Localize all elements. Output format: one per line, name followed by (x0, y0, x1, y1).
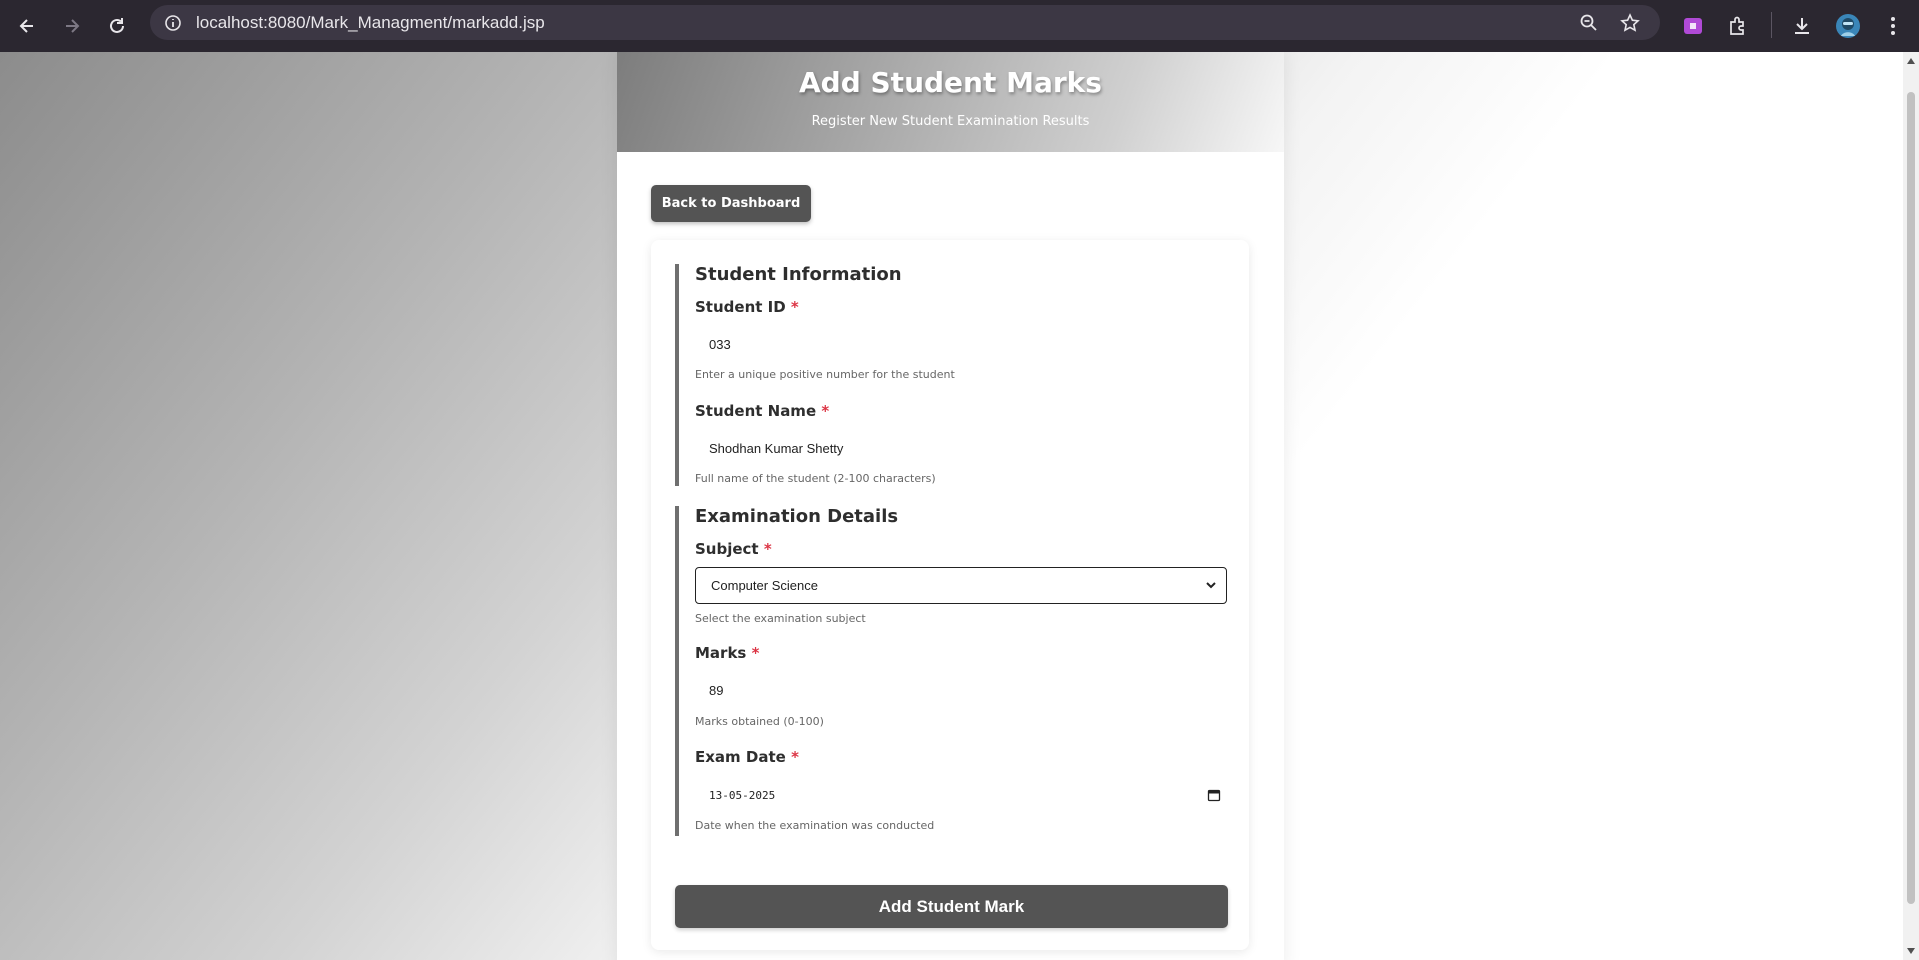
form-card: Student Information Student ID * 033 Ent… (651, 240, 1249, 950)
student-id-input[interactable]: 033 (709, 337, 731, 352)
page-viewport: Add Student Marks Register New Student E… (0, 52, 1903, 960)
scroll-down-arrow-icon[interactable] (1907, 948, 1915, 954)
student-name-label: Student Name * (695, 402, 829, 420)
student-name-label-text: Student Name (695, 402, 817, 420)
page-header: Add Student Marks Register New Student E… (617, 52, 1284, 152)
back-icon[interactable] (11, 10, 43, 42)
student-id-help: Enter a unique positive number for the s… (695, 368, 955, 381)
exam-date-label: Exam Date * (695, 748, 799, 766)
exam-date-input[interactable]: 13-05-2025 (709, 789, 775, 802)
scrollbar-thumb[interactable] (1907, 92, 1915, 904)
required-asterisk: * (751, 644, 760, 662)
zoom-icon[interactable] (1576, 10, 1602, 36)
page-title: Add Student Marks (799, 66, 1102, 99)
student-information-section: Student Information Student ID * 033 Ent… (675, 264, 1225, 486)
reload-icon[interactable] (101, 10, 133, 42)
browser-toolbar: localhost:8080/Mark_Managment/markadd.js… (0, 0, 1919, 52)
bookmark-star-icon[interactable] (1617, 10, 1643, 36)
marks-help: Marks obtained (0-100) (695, 715, 824, 728)
marks-label: Marks * (695, 644, 759, 662)
examination-details-section: Examination Details Subject * Computer S… (675, 506, 1227, 836)
student-name-input[interactable]: Shodhan Kumar Shetty (709, 441, 843, 456)
subject-select[interactable]: Computer Science (695, 567, 1227, 604)
student-id-label-text: Student ID (695, 298, 786, 316)
toolbar-divider (1771, 12, 1772, 38)
subject-help: Select the examination subject (695, 612, 866, 625)
page-subtitle: Register New Student Examination Results (811, 114, 1090, 129)
chevron-down-icon (1206, 582, 1216, 589)
scroll-up-arrow-icon[interactable] (1907, 58, 1915, 64)
site-info-icon[interactable] (160, 10, 186, 36)
form-container: Add Student Marks Register New Student E… (617, 52, 1284, 960)
exam-date-help: Date when the examination was conducted (695, 819, 935, 832)
extensions-puzzle-icon[interactable] (1722, 10, 1754, 42)
url-text[interactable]: localhost:8080/Mark_Managment/markadd.js… (196, 13, 545, 33)
section-title: Examination Details (695, 506, 899, 527)
required-asterisk: * (790, 298, 799, 316)
page-scrollbar[interactable] (1903, 52, 1919, 960)
required-asterisk: * (821, 402, 830, 420)
add-student-mark-button[interactable]: Add Student Mark (675, 885, 1228, 928)
subject-label: Subject * (695, 540, 772, 558)
required-asterisk: * (763, 540, 772, 558)
required-asterisk: * (791, 748, 799, 766)
exam-date-label-text: Exam Date (695, 748, 786, 766)
student-id-label: Student ID * (695, 298, 799, 316)
subject-label-text: Subject (695, 540, 759, 558)
menu-kebab-icon[interactable] (1877, 10, 1909, 42)
profile-avatar-icon[interactable] (1832, 10, 1864, 42)
student-name-help: Full name of the student (2-100 characte… (695, 472, 936, 485)
back-to-dashboard-button[interactable]: Back to Dashboard (651, 185, 811, 222)
address-bar[interactable]: localhost:8080/Mark_Managment/markadd.js… (150, 5, 1660, 40)
subject-selected-value: Computer Science (711, 578, 818, 593)
marks-label-text: Marks (695, 644, 747, 662)
extension-badge-icon[interactable] (1677, 10, 1709, 42)
section-title: Student Information (695, 264, 902, 285)
download-icon[interactable] (1786, 10, 1818, 42)
forward-icon[interactable] (56, 10, 88, 42)
marks-input[interactable]: 89 (709, 683, 723, 698)
calendar-icon[interactable] (1207, 788, 1221, 802)
